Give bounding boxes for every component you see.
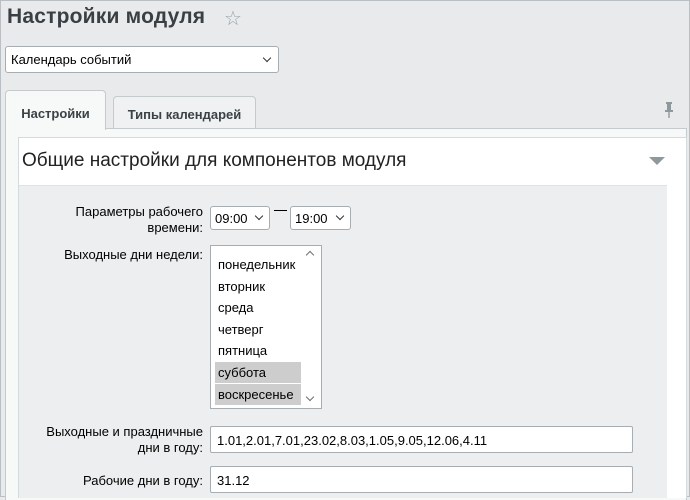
weekends-listbox[interactable]: понедельник вторник среда четверг пятниц…: [210, 245, 322, 409]
holidays-label: Выходные и праздничные дни в году:: [3, 424, 203, 456]
weekday-option[interactable]: вторник: [215, 276, 301, 297]
collapse-arrow-icon[interactable]: [649, 157, 665, 165]
weekday-option-selected[interactable]: суббота: [215, 362, 301, 383]
workdays-input[interactable]: 31.12: [210, 466, 633, 493]
chevron-down-icon: [254, 211, 264, 221]
chevron-down-icon: [335, 211, 345, 221]
work-time-label: Параметры рабочего времени:: [3, 204, 203, 236]
module-select[interactable]: Календарь событий: [5, 46, 279, 73]
weekday-option[interactable]: среда: [215, 297, 301, 318]
weekday-option[interactable]: понедельник: [215, 254, 301, 275]
time-range-dash: [274, 210, 287, 211]
weekends-label: Выходные дни недели:: [64, 247, 203, 262]
weekday-option[interactable]: пятница: [215, 340, 301, 361]
work-time-from-value: 09:00: [215, 211, 248, 226]
work-time-label-line2: времени:: [147, 220, 203, 235]
module-select-value: Календарь событий: [11, 52, 132, 67]
pin-icon[interactable]: [663, 101, 675, 119]
work-time-to-select[interactable]: 19:00: [290, 206, 351, 230]
holidays-label-line1: Выходные и праздничные: [46, 424, 203, 439]
weekday-option[interactable]: четверг: [215, 319, 301, 340]
workdays-label: Рабочие дни в году:: [83, 473, 203, 488]
tab-calendar-types[interactable]: Типы календарей: [113, 96, 256, 128]
holidays-label-line2: дни в году:: [137, 440, 203, 455]
scroll-up-icon[interactable]: [305, 250, 315, 260]
weekday-option-selected[interactable]: воскресенье: [215, 384, 301, 405]
page-title: Настройки модуля: [7, 5, 206, 28]
work-time-to-value: 19:00: [295, 211, 328, 226]
tab-settings[interactable]: Настройки: [5, 90, 106, 130]
chevron-down-icon: [262, 53, 272, 63]
holidays-input[interactable]: 1.01,2.01,7.01,23.02,8.03,1.05,9.05,12.0…: [210, 426, 633, 453]
scroll-down-icon[interactable]: [305, 392, 315, 402]
work-time-label-line1: Параметры рабочего: [75, 204, 203, 219]
star-icon[interactable]: ☆: [224, 6, 242, 31]
section-title: Общие настройки для компонентов модуля: [22, 150, 407, 171]
work-time-from-select[interactable]: 09:00: [210, 206, 270, 230]
